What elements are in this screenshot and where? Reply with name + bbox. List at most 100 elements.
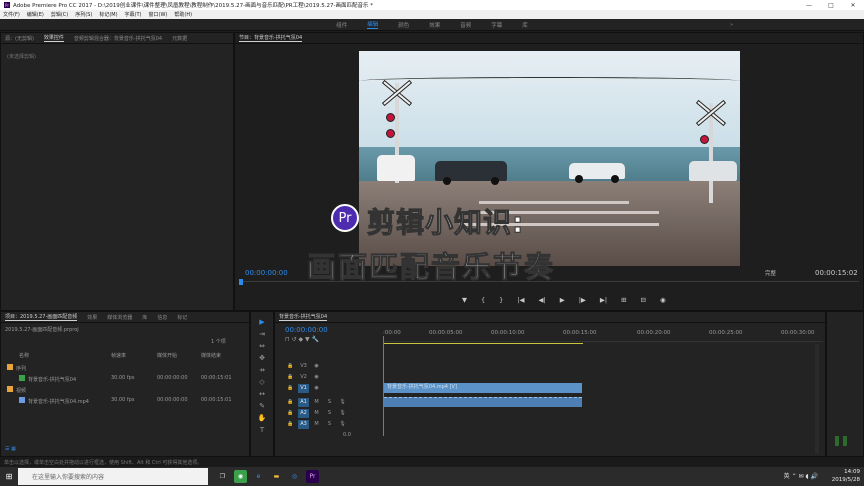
export-frame-icon[interactable]: ◉ [660, 296, 666, 304]
menu-edit[interactable]: 编辑(E) [27, 11, 44, 18]
timeline-toolbar-icons[interactable]: ⊓ ↺ ◆ ▼ 🔧 [285, 336, 319, 343]
taskbar-search-input[interactable]: 在这里输入你要搜索的内容 [18, 468, 208, 485]
windows-start-icon[interactable]: ⊞ [0, 467, 18, 486]
menu-title[interactable]: 字幕(T) [125, 11, 142, 18]
go-to-out-icon[interactable]: ▶| [600, 296, 607, 304]
track-select-tool-icon[interactable]: ⇥ [251, 328, 273, 340]
folder-row[interactable]: 序列 [7, 364, 26, 374]
close-button[interactable]: ✕ [842, 0, 864, 10]
maximize-button[interactable]: □ [820, 0, 842, 10]
menu-marker[interactable]: 标记(M) [99, 11, 117, 18]
play-icon[interactable]: ▶ [560, 296, 565, 304]
mark-in-icon[interactable]: { [481, 296, 485, 304]
lock-icon[interactable]: 🔒 [285, 409, 296, 418]
hand-tool-icon[interactable]: ✋ [251, 412, 273, 424]
rate-stretch-tool-icon[interactable]: ⇸ [251, 364, 273, 376]
razor-tool-icon[interactable]: ◇ [251, 376, 273, 388]
item-count: 1 个项 [211, 339, 226, 345]
menu-sequence[interactable]: 序列(S) [75, 11, 92, 18]
mic-icon[interactable]: 🎙 [337, 409, 348, 418]
workspace-bar: 组件 编辑 颜色 效果 音频 字幕 库 » [0, 19, 864, 31]
tab-source[interactable]: 源：(无剪辑) [5, 35, 34, 42]
lock-icon[interactable]: 🔒 [285, 384, 296, 393]
lock-icon[interactable]: 🔒 [285, 398, 296, 407]
lift-icon[interactable]: ⊞ [621, 296, 626, 304]
overlay-subtitle: 画面匹配音乐节奏 [306, 250, 556, 285]
timeline-timecode[interactable]: 00:00:00:00 [285, 326, 328, 334]
step-back-icon[interactable]: ◀| [538, 296, 545, 304]
tab-project[interactable]: 项目：2019.5.27-画面匹配音频 [5, 313, 78, 321]
step-forward-icon[interactable]: |▶ [579, 296, 586, 304]
column-name[interactable]: 名称 [19, 352, 29, 362]
playhead-marker[interactable] [239, 279, 243, 285]
tab-metadata[interactable]: 元数据 [172, 35, 187, 42]
taskbar-clock[interactable]: 14:09 2019/5/28 [832, 469, 860, 484]
list-item[interactable]: 背景音乐-拱托气氛04.mp4 [19, 397, 89, 407]
premiere-taskbar-icon[interactable]: Pr [306, 470, 319, 483]
browser-icon[interactable]: ◉ [234, 470, 247, 483]
menu-help[interactable]: 帮助(H) [174, 11, 192, 18]
tab-info[interactable]: 信息 [157, 314, 167, 321]
slip-tool-icon[interactable]: ↔ [251, 388, 273, 400]
pen-tool-icon[interactable]: ✎ [251, 400, 273, 412]
column-media-start[interactable]: 媒体开始 [157, 352, 177, 362]
file-explorer-icon[interactable]: ▬ [270, 470, 283, 483]
eye-icon[interactable]: ◉ [311, 362, 322, 371]
mark-out-icon[interactable]: } [499, 296, 503, 304]
tab-libraries[interactable]: 库 [142, 314, 147, 321]
menu-clip[interactable]: 剪辑(C) [51, 11, 68, 18]
app-icon[interactable]: ◎ [288, 470, 301, 483]
lock-icon[interactable]: 🔒 [285, 362, 296, 371]
workspace-assembly[interactable]: 组件 [336, 21, 347, 29]
mic-icon[interactable]: 🎙 [337, 420, 348, 429]
lock-icon[interactable]: 🔒 [285, 420, 296, 429]
lock-icon[interactable]: 🔒 [285, 373, 296, 382]
column-frame-rate[interactable]: 帧速率 [111, 352, 126, 362]
video-clip[interactable]: 背景音乐-拱托气氛04.mp4 [V] [384, 383, 582, 393]
workspace-titles[interactable]: 字幕 [491, 21, 502, 29]
move-tool-icon[interactable]: ✥ [251, 352, 273, 364]
selection-tool-icon[interactable]: ▶ [251, 316, 273, 328]
timeline-panel: 背景音乐-拱托气氛04 00:00:00:00 ⊓ ↺ ◆ ▼ 🔧 :00:00… [274, 311, 826, 457]
timeline-scrollbar[interactable] [815, 344, 819, 454]
tab-media-browser[interactable]: 媒体浏览器 [107, 314, 132, 321]
playhead-timecode[interactable]: 00:00:00:00 [245, 269, 288, 277]
ripple-edit-tool-icon[interactable]: ⇔ [251, 340, 273, 352]
list-item[interactable]: 背景音乐-拱托气氛04 [19, 375, 76, 385]
go-to-in-icon[interactable]: |◀ [517, 296, 524, 304]
folder-row[interactable]: 视频 [7, 386, 26, 396]
eye-icon[interactable]: ◉ [311, 384, 322, 393]
time-ruler[interactable]: :00:00 00:00:05:00 00:00:10:00 00:00:15:… [383, 326, 823, 342]
audio-clip[interactable] [384, 397, 582, 407]
tab-effect-controls[interactable]: 效果控件 [43, 34, 64, 42]
work-area-bar[interactable] [383, 343, 583, 344]
workspace-libraries[interactable]: 库 [522, 21, 528, 29]
minimize-button[interactable]: — [798, 0, 820, 10]
extract-icon[interactable]: ⊟ [641, 296, 646, 304]
master-volume[interactable]: 0.0 [343, 432, 351, 442]
workspace-editing[interactable]: 编辑 [367, 20, 379, 29]
tab-audio-clip-mixer[interactable]: 音频剪辑混合器：背景音乐-拱托气氛04 [74, 35, 162, 42]
tab-sequence[interactable]: 背景音乐-拱托气氛04 [279, 313, 328, 321]
duration-timecode: 00:00:15:02 [815, 269, 858, 277]
zoom-level-select[interactable]: 完整 [765, 269, 776, 277]
menu-file[interactable]: 文件(F) [3, 11, 20, 18]
task-view-icon[interactable]: ❐ [216, 470, 229, 483]
tab-program[interactable]: 节目：背景音乐-拱托气氛04 [239, 34, 303, 42]
list-view-icon[interactable]: ☰ ▦ [5, 446, 16, 456]
add-marker-icon[interactable]: ▼ [462, 296, 467, 304]
workspace-more-button[interactable]: » [730, 22, 733, 28]
menu-window[interactable]: 窗口(W) [149, 11, 168, 18]
system-tray[interactable]: 英 ⌃ ✉ ◖ 🔊 [784, 471, 818, 480]
workspace-color[interactable]: 颜色 [398, 21, 409, 29]
tab-effects[interactable]: 效果 [87, 314, 97, 321]
type-tool-icon[interactable]: T [251, 424, 273, 436]
column-media-end[interactable]: 媒体结束 [201, 352, 221, 362]
workspace-audio[interactable]: 音频 [460, 21, 471, 29]
edge-icon[interactable]: e [252, 470, 265, 483]
program-scrub-bar[interactable] [239, 279, 859, 289]
eye-icon[interactable]: ◉ [311, 373, 322, 382]
mic-icon[interactable]: 🎙 [337, 398, 348, 407]
tab-markers[interactable]: 标记 [177, 314, 187, 321]
workspace-effects[interactable]: 效果 [429, 21, 440, 29]
